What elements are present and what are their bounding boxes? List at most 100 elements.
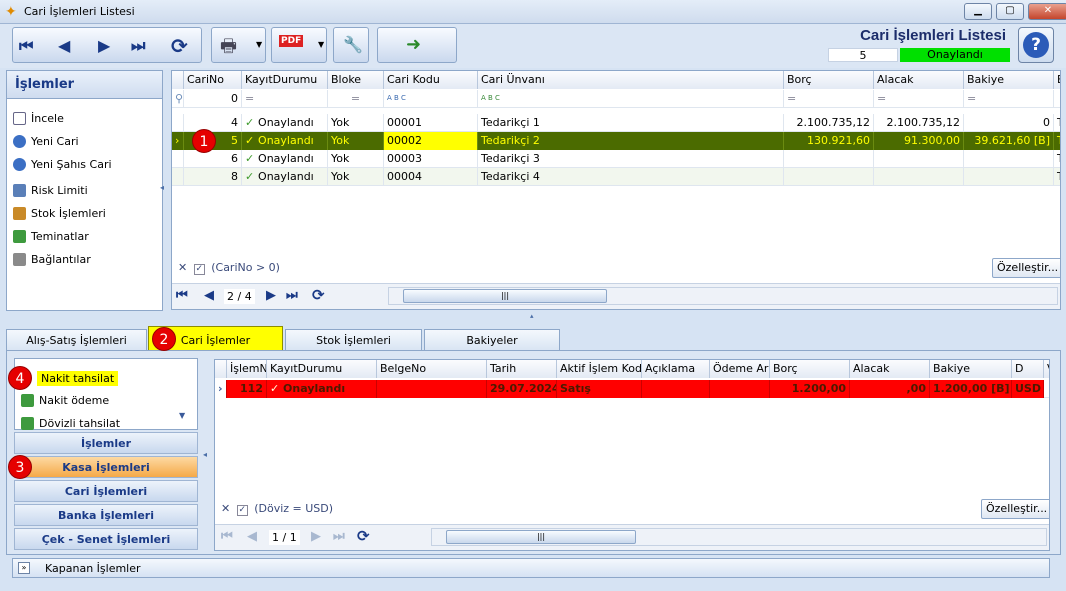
col-alacak[interactable]: Alacak (850, 360, 930, 378)
collapse-left-icon[interactable]: ◂ (203, 450, 207, 459)
col-v[interactable]: V (1044, 360, 1049, 378)
last-page-icon[interactable]: ⏭ (333, 529, 345, 544)
minimize-button[interactable]: ▁ (964, 3, 992, 20)
nav-kasa-islemleri[interactable]: Kasa İşlemleri (14, 456, 198, 478)
annotation-badge-3: 3 (8, 455, 32, 479)
action-new-account[interactable]: Yeni Cari (7, 130, 162, 153)
col-belge-no[interactable]: BelgeNo (377, 360, 487, 378)
horizontal-scrollbar[interactable]: ||| (431, 528, 1047, 546)
print-button[interactable]: 🖶 ▼ (211, 27, 266, 63)
menu-item-nakit-tahsilat[interactable]: Nakit tahsilat (37, 371, 119, 386)
last-record-icon[interactable]: ⏭ (131, 36, 145, 56)
next-record-icon[interactable]: ▶ (98, 36, 110, 55)
filter-text-op[interactable]: A B C (478, 90, 784, 108)
first-page-icon[interactable]: ⏮ (221, 529, 233, 544)
tab-bakiyeler[interactable]: Bakiyeler (424, 329, 560, 351)
cell-kod: 00001 (384, 114, 478, 132)
last-page-icon[interactable]: ⏭ (286, 288, 298, 303)
nav-islemler[interactable]: İşlemler (14, 432, 198, 454)
table-row[interactable]: 6✓ OnaylandıYok00003Tedarikçi 3T (172, 150, 1060, 168)
col-islem-no[interactable]: İşlemNo (227, 360, 267, 378)
col-cari-unvani[interactable]: Cari Ünvanı (478, 71, 784, 89)
collapse-up-icon[interactable]: ▴ (530, 312, 534, 320)
prev-page-icon[interactable]: ◀ (204, 288, 214, 303)
closed-operations-bar[interactable]: » Kapanan İşlemler (12, 558, 1050, 578)
action-new-person-account[interactable]: Yeni Şahıs Cari (7, 153, 162, 176)
col-cari-kodu[interactable]: Cari Kodu (384, 71, 478, 89)
refresh-icon[interactable]: ⟳ (312, 286, 325, 304)
clear-filter-icon[interactable]: ✕ (221, 502, 230, 515)
cell-durum-text: Onaylandı (258, 170, 314, 183)
chevron-down-icon[interactable]: ▼ (179, 411, 185, 420)
scroll-thumb[interactable]: ||| (403, 289, 607, 303)
filter-op[interactable]: = (242, 90, 328, 108)
nav-cek-senet[interactable]: Çek - Senet İşlemleri (14, 528, 198, 550)
first-page-icon[interactable]: ⏮ (176, 288, 188, 303)
customize-button[interactable]: Özelleştir... (992, 258, 1060, 278)
tab-stok-islemleri[interactable]: Stok İşlemleri (285, 329, 422, 351)
next-page-icon[interactable]: ▶ (266, 288, 276, 303)
col-aktif-islem-kodu[interactable]: Aktif İşlem Kodu (557, 360, 642, 378)
action-risk-limit[interactable]: Risk Limiti (7, 179, 162, 202)
filter-enabled-checkbox[interactable]: ✓ (236, 505, 248, 516)
col-alacak[interactable]: Alacak (874, 71, 964, 89)
exit-button[interactable]: ➜ (377, 27, 457, 63)
col-kayit-durumu[interactable]: KayıtDurumu (242, 71, 328, 89)
cell-b: T (1054, 150, 1060, 168)
prev-page-icon[interactable]: ◀ (247, 529, 257, 544)
first-record-icon[interactable]: ⏮ (19, 36, 33, 56)
col-aciklama[interactable]: Açıklama (642, 360, 710, 378)
settings-button[interactable]: 🔧 (333, 27, 369, 63)
tab-alis-satis[interactable]: Alış-Satış İşlemleri (6, 329, 147, 351)
help-button[interactable]: ? (1018, 27, 1054, 63)
maximize-button[interactable]: ▢ (996, 3, 1024, 20)
export-pdf-button[interactable]: PDF ▼ (271, 27, 327, 63)
col-borc[interactable]: Borç (784, 71, 874, 89)
col-borc[interactable]: Borç (770, 360, 850, 378)
table-row[interactable]: › 5 ✓ Onaylandı Yok 00002 Tedarikçi 2 130.921,… (172, 132, 1060, 150)
close-button[interactable]: ✕ (1028, 3, 1066, 20)
col-bakiye[interactable]: Bakiye (930, 360, 1012, 378)
cell-alacak (874, 168, 964, 186)
transaction-row[interactable]: › 112 ✓ Onaylandı 29.07.2024 Satış 1.200… (215, 380, 1049, 398)
col-odeme-araci[interactable]: Ödeme Aracı (710, 360, 770, 378)
cell-b: T (1054, 132, 1060, 150)
expand-icon[interactable]: » (18, 562, 30, 574)
nav-banka-islemleri[interactable]: Banka İşlemleri (14, 504, 198, 526)
col-bakiye[interactable]: Bakiye (964, 71, 1054, 89)
action-stock[interactable]: Stok İşlemleri (7, 202, 162, 225)
action-guarantees[interactable]: Teminatlar (7, 225, 162, 248)
col-bloke[interactable]: Bloke (328, 71, 384, 89)
filter-op[interactable]: = (964, 90, 1054, 108)
table-row[interactable]: 8✓ OnaylandıYok00004Tedarikçi 4T (172, 168, 1060, 186)
chart-icon (13, 184, 26, 197)
menu-item-nakit-odeme[interactable]: Nakit ödeme (39, 394, 109, 407)
col-tarih[interactable]: Tarih (487, 360, 557, 378)
col-b[interactable]: B (1054, 71, 1060, 89)
next-page-icon[interactable]: ▶ (311, 529, 321, 544)
grid-header: CariNo KayıtDurumu Bloke Cari Kodu Cari … (172, 71, 1060, 89)
refresh-icon[interactable]: ⟳ (357, 527, 370, 545)
refresh-icon[interactable]: ⟳ (171, 34, 188, 58)
scroll-thumb[interactable]: ||| (446, 530, 636, 544)
horizontal-scrollbar[interactable]: ||| (388, 287, 1058, 305)
prev-record-icon[interactable]: ◀ (58, 36, 70, 55)
filter-op[interactable]: = (874, 90, 964, 108)
nav-cari-islemleri[interactable]: Cari İşlemleri (14, 480, 198, 502)
clear-filter-icon[interactable]: ✕ (178, 261, 187, 274)
collapse-left-icon[interactable]: ◂ (160, 183, 164, 192)
filter-enabled-checkbox[interactable]: ✓ (193, 264, 205, 275)
col-kayit-durumu[interactable]: KayıtDurumu (267, 360, 377, 378)
action-inspect[interactable]: İncele (7, 107, 162, 130)
customize-button[interactable]: Özelleştir... (981, 499, 1049, 519)
action-links[interactable]: Bağlantılar (7, 248, 162, 271)
filter-op[interactable]: = (784, 90, 874, 108)
filter-cari-no[interactable]: 0 (184, 90, 242, 108)
filter-op[interactable]: = (328, 90, 384, 108)
col-cari-no[interactable]: CariNo (184, 71, 242, 89)
col-doviz[interactable]: D (1012, 360, 1044, 378)
filter-row[interactable]: ⚲ 0 = = A B C A B C = = = (172, 90, 1060, 108)
filter-text-op[interactable]: A B C (384, 90, 478, 108)
menu-item-dovizli-tahsilat[interactable]: Dövizli tahsilat (39, 417, 120, 430)
table-row[interactable]: 4 ✓ Onaylandı Yok 00001 Tedarikçi 1 2.100.735… (172, 114, 1060, 132)
